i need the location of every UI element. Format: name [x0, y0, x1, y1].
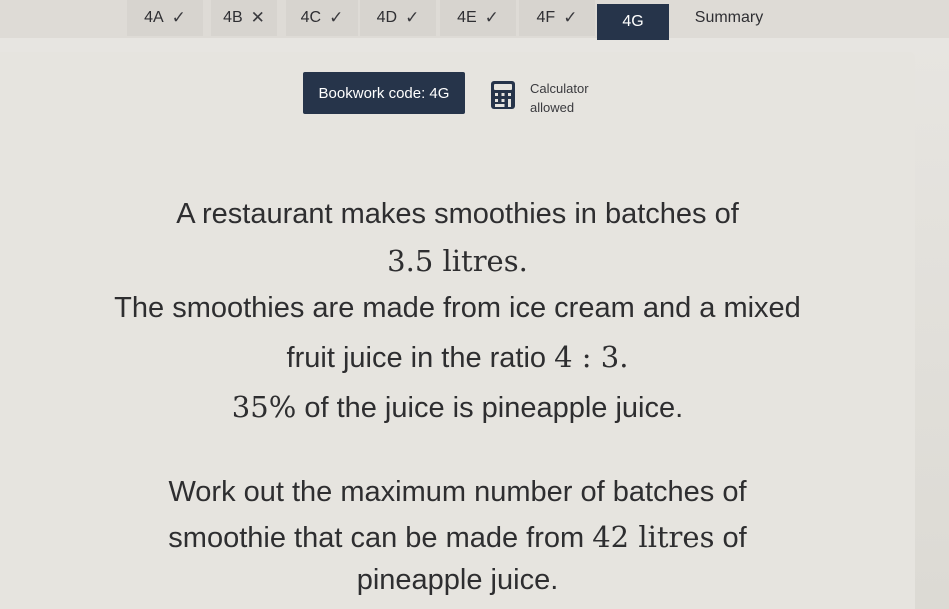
question-text: smoothie that can be made from — [168, 522, 593, 554]
question-text: of — [714, 522, 747, 554]
question-line-2: 3.5 litres. — [0, 244, 915, 279]
question-text: pineapple juice. — [356, 564, 559, 596]
question-line-8: pineapple juice. — [0, 564, 915, 597]
calculator-label: Calculator — [530, 81, 589, 96]
percentage-value: 35% — [231, 390, 297, 424]
calculator-icon — [491, 81, 515, 109]
tab-label: 4F — [536, 9, 556, 26]
question-text: The smoothies are made from ice cream an… — [114, 292, 801, 324]
tab-label: 4A — [144, 9, 164, 26]
tab-4b[interactable]: 4B ✕ — [211, 0, 277, 36]
tab-label: 4E — [457, 9, 477, 26]
tab-4a[interactable]: 4A ✓ — [127, 0, 203, 36]
bookwork-code-badge: Bookwork code: 4G — [303, 72, 465, 114]
tab-4e[interactable]: 4E ✓ — [440, 0, 516, 36]
tab-4c[interactable]: 4C ✓ — [286, 0, 358, 36]
question-text: of the juice is pineapple juice. — [296, 392, 684, 424]
tab-label: 4D — [376, 9, 398, 26]
tab-4g[interactable]: 4G — [597, 4, 669, 40]
check-icon: ✓ — [563, 8, 578, 27]
question-line-3: The smoothies are made from ice cream an… — [0, 292, 915, 325]
question-text: fruit juice in the ratio — [286, 342, 555, 374]
check-icon: ✓ — [171, 8, 186, 27]
batch-volume: 3.5 litres. — [387, 244, 528, 278]
tab-summary[interactable]: Summary — [674, 0, 784, 36]
question-line-6: Work out the maximum number of batches o… — [0, 476, 915, 509]
tab-label: 4G — [622, 13, 644, 30]
question-line-1: A restaurant makes smoothies in batches … — [0, 198, 915, 231]
question-line-4: fruit juice in the ratio 4 : 3. — [0, 340, 915, 375]
question-tab-bar: 4A ✓ 4B ✕ 4C ✓ 4D ✓ 4E ✓ 4F ✓ 4G Summary — [0, 0, 949, 40]
allowed-label: allowed — [530, 100, 575, 115]
question-text: Work out the maximum number of batches o… — [168, 476, 747, 508]
tab-4f[interactable]: 4F ✓ — [519, 0, 595, 36]
tab-label: 4C — [300, 9, 322, 26]
tab-label: 4B — [223, 9, 243, 26]
tab-4d[interactable]: 4D ✓ — [360, 0, 436, 36]
juice-volume: 42 litres — [592, 520, 715, 554]
calculator-allowed-note: Calculator allowed — [530, 79, 589, 117]
check-icon: ✓ — [484, 8, 499, 27]
tab-label: Summary — [694, 9, 764, 26]
question-text: A restaurant makes smoothies in batches … — [176, 198, 739, 230]
question-line-5: 35% of the juice is pineapple juice. — [0, 390, 915, 425]
bookwork-code-label: Bookwork code: 4G — [318, 84, 450, 102]
check-icon: ✓ — [405, 8, 420, 27]
cross-icon: ✕ — [250, 8, 265, 27]
ratio-value: 4 : 3. — [554, 340, 629, 374]
check-icon: ✓ — [329, 8, 344, 27]
question-line-7: smoothie that can be made from 42 litres… — [0, 520, 915, 555]
